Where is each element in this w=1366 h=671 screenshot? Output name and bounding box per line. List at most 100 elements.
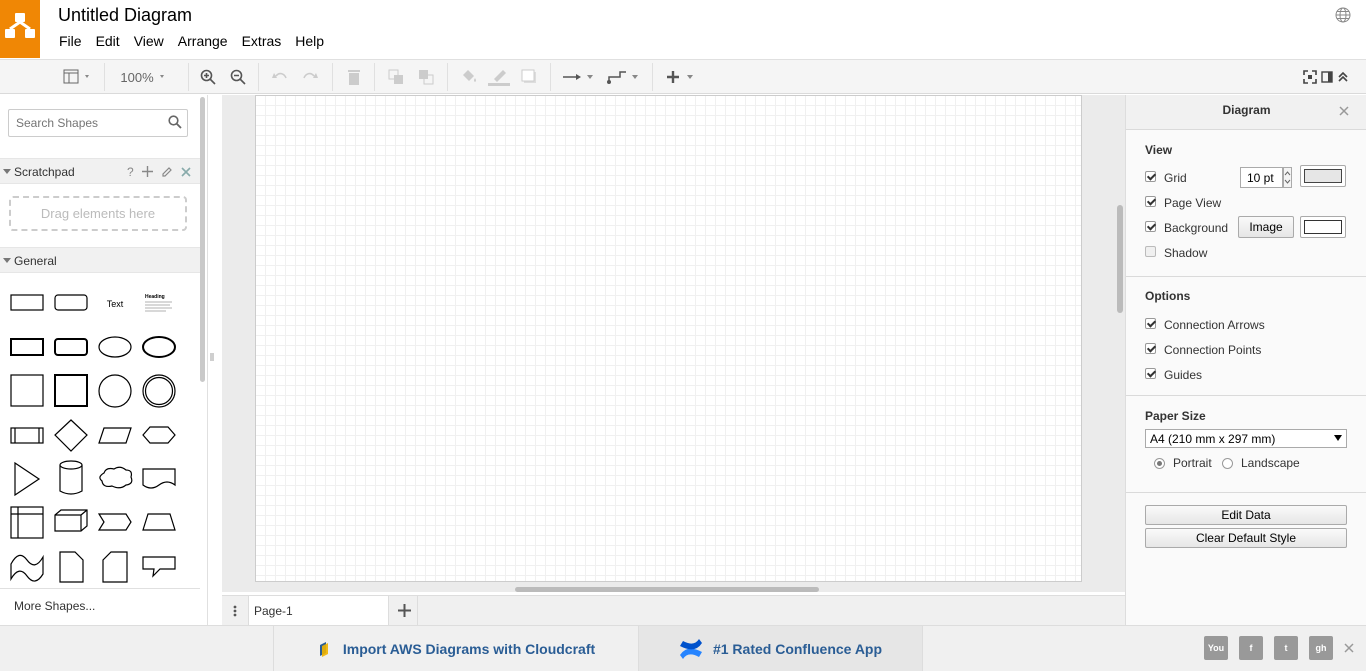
sidebar-scrollbar[interactable] (200, 97, 205, 382)
shape-bold-ellipse[interactable] (142, 336, 176, 358)
delete-button[interactable] (342, 65, 366, 89)
grid-size-stepper-icon[interactable] (1283, 167, 1292, 188)
shape-hexagon[interactable] (142, 426, 176, 444)
shape-trapezoid[interactable] (142, 513, 176, 531)
background-checkbox[interactable] (1145, 220, 1156, 232)
shape-rhombus[interactable] (54, 419, 88, 452)
shape-square[interactable] (10, 374, 44, 407)
landscape-radio[interactable] (1222, 457, 1233, 469)
general-section-header[interactable]: General (0, 247, 200, 273)
menu-extras[interactable]: Extras (235, 33, 289, 49)
zoom-dropdown[interactable]: 100% (112, 65, 176, 89)
shadow-checkbox[interactable] (1145, 245, 1156, 257)
cloudcraft-promo-link[interactable]: Import AWS Diagrams with Cloudcraft (273, 626, 638, 671)
grid-size-input[interactable]: 10 pt (1240, 167, 1283, 188)
shape-card[interactable] (102, 551, 128, 583)
guides-checkbox[interactable] (1145, 367, 1156, 379)
format-panel-button[interactable] (1319, 65, 1335, 89)
landscape-option[interactable]: Landscape (1222, 456, 1300, 470)
menu-help[interactable]: Help (288, 33, 331, 49)
fill-color-button[interactable] (457, 65, 481, 89)
menu-arrange[interactable]: Arrange (171, 33, 235, 49)
scratchpad-close-icon[interactable] (181, 167, 191, 177)
connection-points-option[interactable]: Connection Points (1145, 342, 1261, 357)
github-icon[interactable]: gh (1309, 636, 1333, 660)
shape-parallelogram[interactable] (98, 427, 132, 444)
shape-cube[interactable] (54, 509, 88, 532)
paper-size-select[interactable]: A4 (210 mm x 297 mm) (1145, 429, 1347, 448)
fullscreen-button[interactable] (1302, 65, 1318, 89)
background-color-button[interactable] (1300, 216, 1346, 238)
add-page-button[interactable] (390, 596, 418, 626)
insert-button[interactable] (660, 65, 698, 89)
background-option[interactable]: Background (1145, 220, 1228, 235)
scratchpad-edit-icon[interactable] (161, 166, 173, 178)
shape-bold-rounded-rectangle[interactable] (54, 338, 88, 356)
shape-triangle[interactable] (14, 461, 41, 497)
shape-text[interactable]: Text (107, 299, 124, 309)
language-globe-icon[interactable] (1335, 7, 1351, 23)
connection-style-button[interactable] (560, 65, 598, 89)
connection-points-checkbox[interactable] (1145, 342, 1156, 354)
guides-option[interactable]: Guides (1145, 367, 1202, 382)
shadow-option[interactable]: Shadow (1145, 245, 1207, 260)
format-panel-toggle-button[interactable] (58, 65, 96, 89)
shape-rounded-rectangle[interactable] (54, 294, 88, 311)
shape-note[interactable] (59, 551, 84, 583)
zoom-in-button[interactable] (196, 65, 220, 89)
line-color-button[interactable] (487, 65, 511, 89)
redo-button[interactable] (298, 65, 322, 89)
connection-arrows-option[interactable]: Connection Arrows (1145, 317, 1265, 332)
collapse-toolbar-button[interactable] (1335, 65, 1351, 89)
shape-internal-storage[interactable] (10, 506, 44, 539)
clear-default-style-button[interactable]: Clear Default Style (1145, 528, 1347, 548)
close-footer-icon[interactable] (1344, 643, 1354, 653)
scratchpad-add-icon[interactable] (142, 166, 153, 177)
shape-rectangle[interactable] (10, 294, 44, 311)
grid-option[interactable]: Grid (1145, 170, 1187, 185)
diagram-canvas[interactable] (222, 95, 1125, 592)
scratchpad-header[interactable]: Scratchpad ? (0, 158, 200, 184)
undo-button[interactable] (268, 65, 292, 89)
shape-step[interactable] (97, 513, 132, 531)
shape-double-circle[interactable] (142, 374, 176, 408)
page-tab[interactable]: Page-1 (249, 596, 389, 626)
portrait-radio[interactable] (1154, 457, 1165, 469)
close-icon[interactable] (1339, 106, 1349, 116)
edit-data-button[interactable]: Edit Data (1145, 505, 1347, 525)
grid-color-button[interactable] (1300, 165, 1346, 187)
canvas-horizontal-scrollbar[interactable] (515, 587, 819, 592)
menu-view[interactable]: View (127, 33, 171, 49)
shape-cylinder[interactable] (59, 460, 83, 495)
pages-menu-button[interactable] (222, 596, 249, 626)
connection-arrows-checkbox[interactable] (1145, 317, 1156, 329)
grid-checkbox[interactable] (1145, 170, 1156, 182)
search-shapes-input[interactable] (8, 109, 188, 137)
waypoints-button[interactable] (605, 65, 643, 89)
diagram-title[interactable]: Untitled Diagram (58, 5, 192, 26)
scratchpad-drop-zone[interactable]: Drag elements here (9, 196, 187, 231)
background-image-button[interactable]: Image (1238, 216, 1294, 238)
menu-file[interactable]: File (52, 33, 89, 49)
canvas-vertical-scrollbar[interactable] (1117, 205, 1123, 313)
diagram-page[interactable] (255, 95, 1082, 582)
shadow-button[interactable] (517, 65, 541, 89)
facebook-icon[interactable]: f (1239, 636, 1263, 660)
page-view-option[interactable]: Page View (1145, 195, 1221, 210)
youtube-icon[interactable]: You (1204, 636, 1228, 660)
app-logo[interactable] (0, 0, 40, 58)
page-view-checkbox[interactable] (1145, 195, 1156, 207)
scratchpad-help-icon[interactable]: ? (127, 165, 134, 179)
shape-process[interactable] (10, 427, 44, 444)
menu-edit[interactable]: Edit (89, 33, 127, 49)
more-shapes-button[interactable]: More Shapes... (0, 588, 200, 625)
search-icon[interactable] (168, 115, 182, 129)
shape-cloud[interactable] (99, 466, 133, 489)
shape-circle[interactable] (98, 374, 132, 408)
shape-callout[interactable] (142, 556, 176, 578)
shape-tape[interactable] (10, 554, 44, 582)
shape-bold-square[interactable] (54, 374, 88, 407)
shape-document[interactable] (142, 468, 176, 489)
zoom-out-button[interactable] (226, 65, 250, 89)
portrait-option[interactable]: Portrait (1154, 456, 1212, 470)
